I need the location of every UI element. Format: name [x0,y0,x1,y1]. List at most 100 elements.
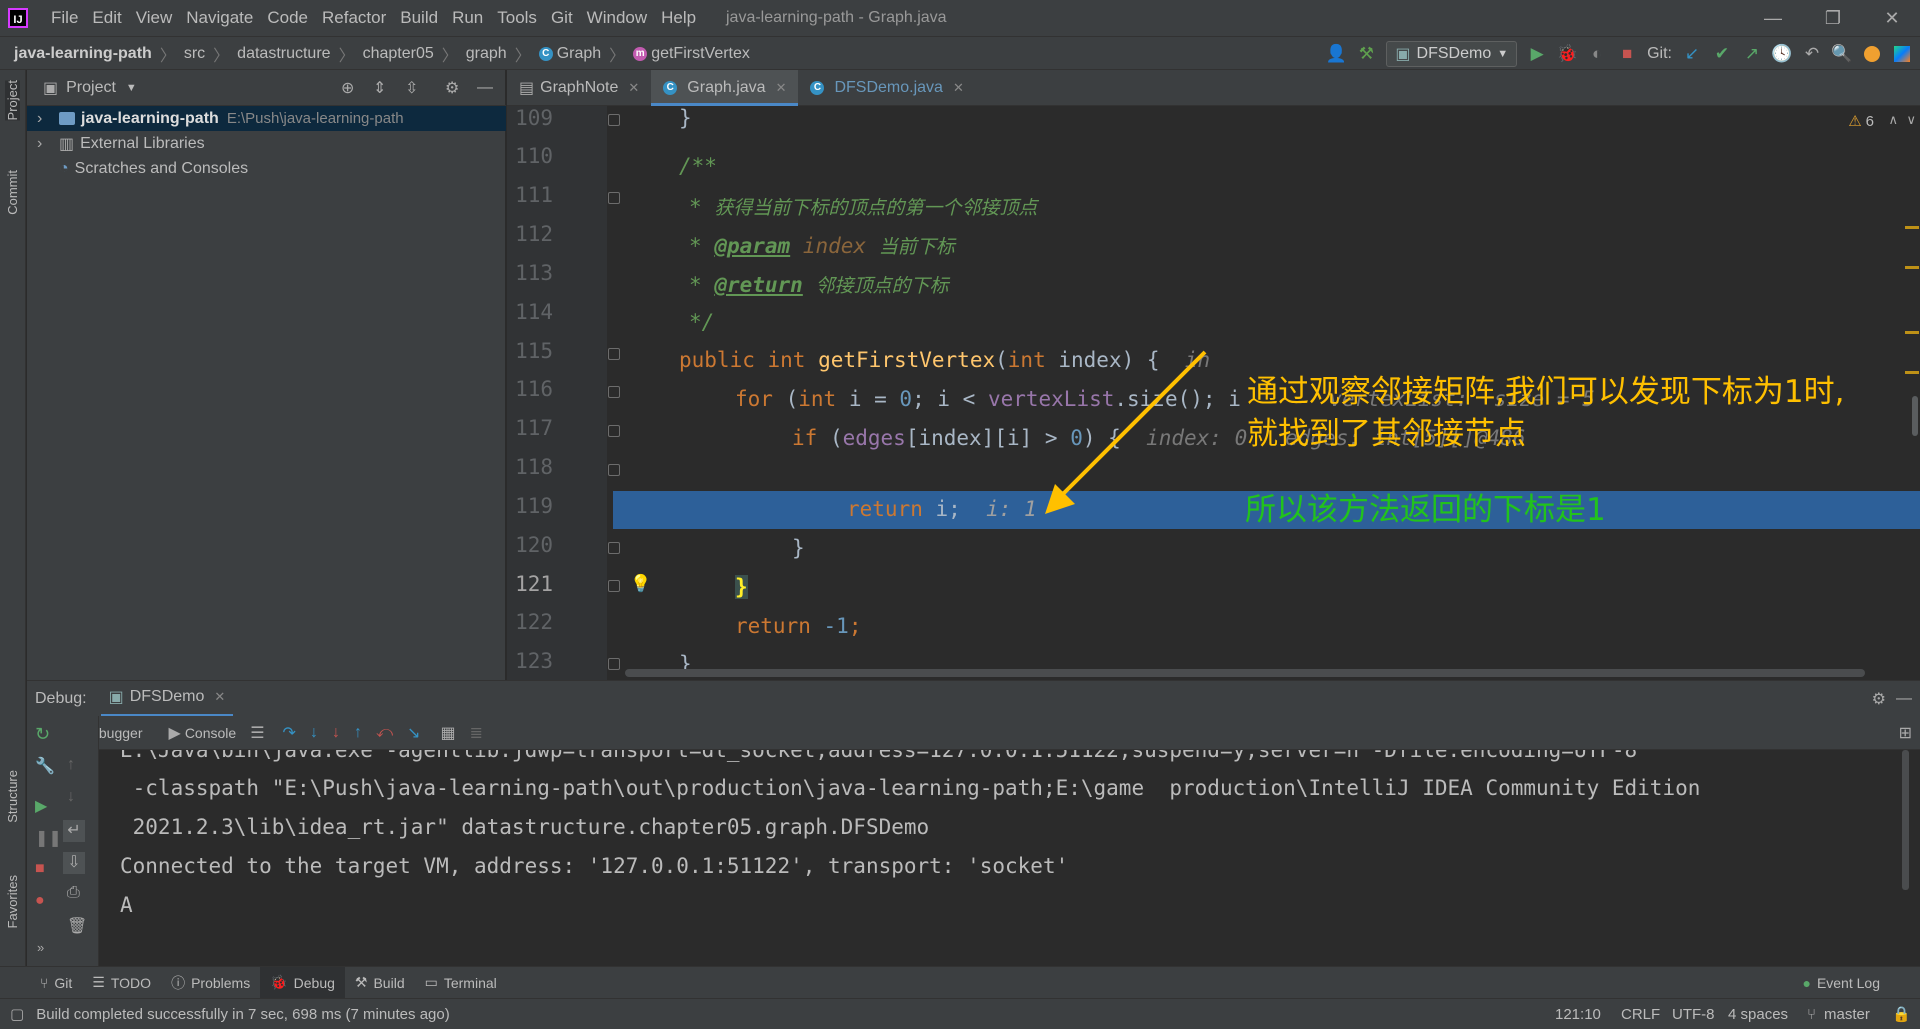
line-separator[interactable]: CRLF [1621,1006,1660,1023]
chevron-right-icon[interactable]: › [37,135,53,153]
breadcrumb-src[interactable]: src [184,45,205,63]
tree-item-external-libraries[interactable]: › ▥ External Libraries [27,131,506,156]
run-icon[interactable]: ▶ [1527,44,1547,64]
menu-git[interactable]: Git [544,0,580,36]
more-icon[interactable]: » [37,940,44,955]
inspection-widget[interactable]: ⚠ 6 [1848,112,1874,131]
fold-marker-icon[interactable] [608,425,620,437]
user-icon[interactable]: 👤 [1326,44,1347,64]
resume-icon[interactable]: ▶ [35,796,47,816]
drop-frame-icon[interactable]: ⤺ [376,724,393,742]
fold-marker-icon[interactable] [608,658,620,670]
event-log-button[interactable]: ● Event Log [1792,967,1890,999]
rollback-icon[interactable]: ↶ [1802,44,1822,64]
history-icon[interactable]: 🕓 [1771,44,1792,64]
menu-navigate[interactable]: Navigate [179,0,260,36]
down-icon[interactable]: ↓ [67,788,75,806]
toggle-tool-windows-icon[interactable]: ▢ [10,1005,24,1023]
status-message[interactable]: Build completed successfully in 7 sec, 6… [36,1006,450,1023]
fold-marker-icon[interactable] [608,114,620,126]
close-tab-icon[interactable]: ✕ [776,80,787,96]
search-icon[interactable]: 🔍 [1831,44,1852,64]
menu-window[interactable]: Window [580,0,654,36]
menu-build[interactable]: Build [393,0,445,36]
menu-run[interactable]: Run [445,0,490,36]
coverage-icon[interactable]: ◐ [1587,44,1607,64]
tool-tab-git[interactable]: ⑂ Git [30,967,82,999]
error-stripe-marker[interactable] [1905,266,1919,269]
breadcrumb-project[interactable]: java-learning-path [14,45,152,63]
project-panel-title[interactable]: Project [66,79,116,97]
favorites-stripe-button[interactable]: Favorites [5,875,20,928]
console-scrollbar[interactable] [1902,750,1909,890]
file-encoding[interactable]: UTF-8 [1672,1006,1715,1023]
layout-icon[interactable]: ⊞ [1899,723,1912,743]
previous-highlight-icon[interactable]: ∧ [1888,112,1898,128]
force-step-into-icon[interactable]: ↓ [332,724,340,742]
updates-icon[interactable] [1862,44,1882,64]
print-icon[interactable]: ⎙ [67,884,80,902]
tool-tab-problems[interactable]: ⓘ Problems [161,967,260,999]
lock-icon[interactable]: 🔒 [1892,1005,1911,1023]
build-hammer-icon[interactable]: ⚒ [1356,44,1376,64]
hide-icon[interactable]: — [477,79,493,97]
fold-marker-icon[interactable] [608,192,620,204]
breadcrumb-datastructure[interactable]: datastructure [237,45,330,63]
menu-tools[interactable]: Tools [490,0,544,36]
menu-help[interactable]: Help [654,0,703,36]
fold-marker-icon[interactable] [608,464,620,476]
next-highlight-icon[interactable]: ∨ [1906,112,1916,128]
up-icon[interactable]: ↑ [67,756,75,774]
stop-icon[interactable]: ■ [1617,44,1637,64]
soft-wrap-icon[interactable]: ↵ [63,820,85,842]
git-push-icon[interactable]: ↗ [1742,44,1762,64]
chevron-right-icon[interactable]: › [37,110,53,128]
fold-marker-icon[interactable] [608,386,620,398]
scroll-to-end-icon[interactable]: ⇩ [63,852,85,874]
tree-item-scratches[interactable]: ◔ Scratches and Consoles [27,156,506,181]
breakpoints-icon[interactable]: ● [35,892,45,910]
tab-graphnote[interactable]: ▤ GraphNote ✕ [507,70,651,106]
close-tab-icon[interactable]: ✕ [628,80,639,96]
structure-stripe-button[interactable]: Structure [5,770,20,823]
git-branch[interactable]: master [1824,1006,1870,1023]
breadcrumb-class[interactable]: C Graph [538,45,601,63]
tool-tab-terminal[interactable]: ▭ Terminal [415,967,507,999]
menu-file[interactable]: File [44,0,85,36]
collapse-all-icon[interactable]: ⇳ [405,78,418,98]
tool-tab-build[interactable]: ⚒ Build [345,967,415,999]
code-editor[interactable]: 109 110 111 112 113 114 115 116 117 118 … [507,106,1920,680]
debug-icon[interactable]: 🐞 [1557,44,1578,64]
step-out-icon[interactable]: ↑ [354,724,362,742]
step-into-icon[interactable]: ↓ [310,724,318,742]
modify-config-icon[interactable]: 🔧 [35,756,55,776]
menu-view[interactable]: View [129,0,180,36]
step-over-icon[interactable]: ↷ [283,723,296,743]
indent-setting[interactable]: 4 spaces [1728,1006,1788,1023]
commit-stripe-button[interactable]: Commit [5,170,20,215]
menu-code[interactable]: Code [260,0,315,36]
fold-marker-icon[interactable] [608,348,620,360]
run-config-select[interactable]: ▣ DFSDemo ▼ [1386,41,1518,67]
locate-icon[interactable]: ⊕ [341,78,354,98]
jetbrains-icon[interactable] [1892,44,1912,64]
breadcrumb-method[interactable]: m getFirstVertex [633,45,750,63]
menu-refactor[interactable]: Refactor [315,0,393,36]
debug-session-tab[interactable]: ▣ DFSDemo ✕ [100,681,234,717]
console-output[interactable]: E:\Java\bin\java.exe -agentlib:jdwp=tran… [100,750,1910,966]
lightbulb-icon[interactable]: 💡 [630,574,651,594]
close-tab-icon[interactable]: ✕ [214,689,225,705]
menu-icon[interactable]: ☰ [250,723,264,743]
clear-icon[interactable]: 🗑 [67,916,87,936]
hide-icon[interactable]: — [1896,690,1912,708]
run-to-cursor-icon[interactable]: ↘ [407,723,420,743]
menu-edit[interactable]: Edit [85,0,128,36]
breadcrumb-chapter05[interactable]: chapter05 [363,45,434,63]
close-icon[interactable]: ✕ [1864,0,1920,36]
fold-marker-icon[interactable] [608,580,620,592]
error-stripe-marker[interactable] [1905,371,1919,374]
horizontal-scrollbar[interactable] [625,669,1865,677]
caret-position[interactable]: 121:10 [1555,1006,1601,1023]
tab-console[interactable]: Console [185,725,236,741]
vertical-scrollbar[interactable] [1912,396,1918,436]
